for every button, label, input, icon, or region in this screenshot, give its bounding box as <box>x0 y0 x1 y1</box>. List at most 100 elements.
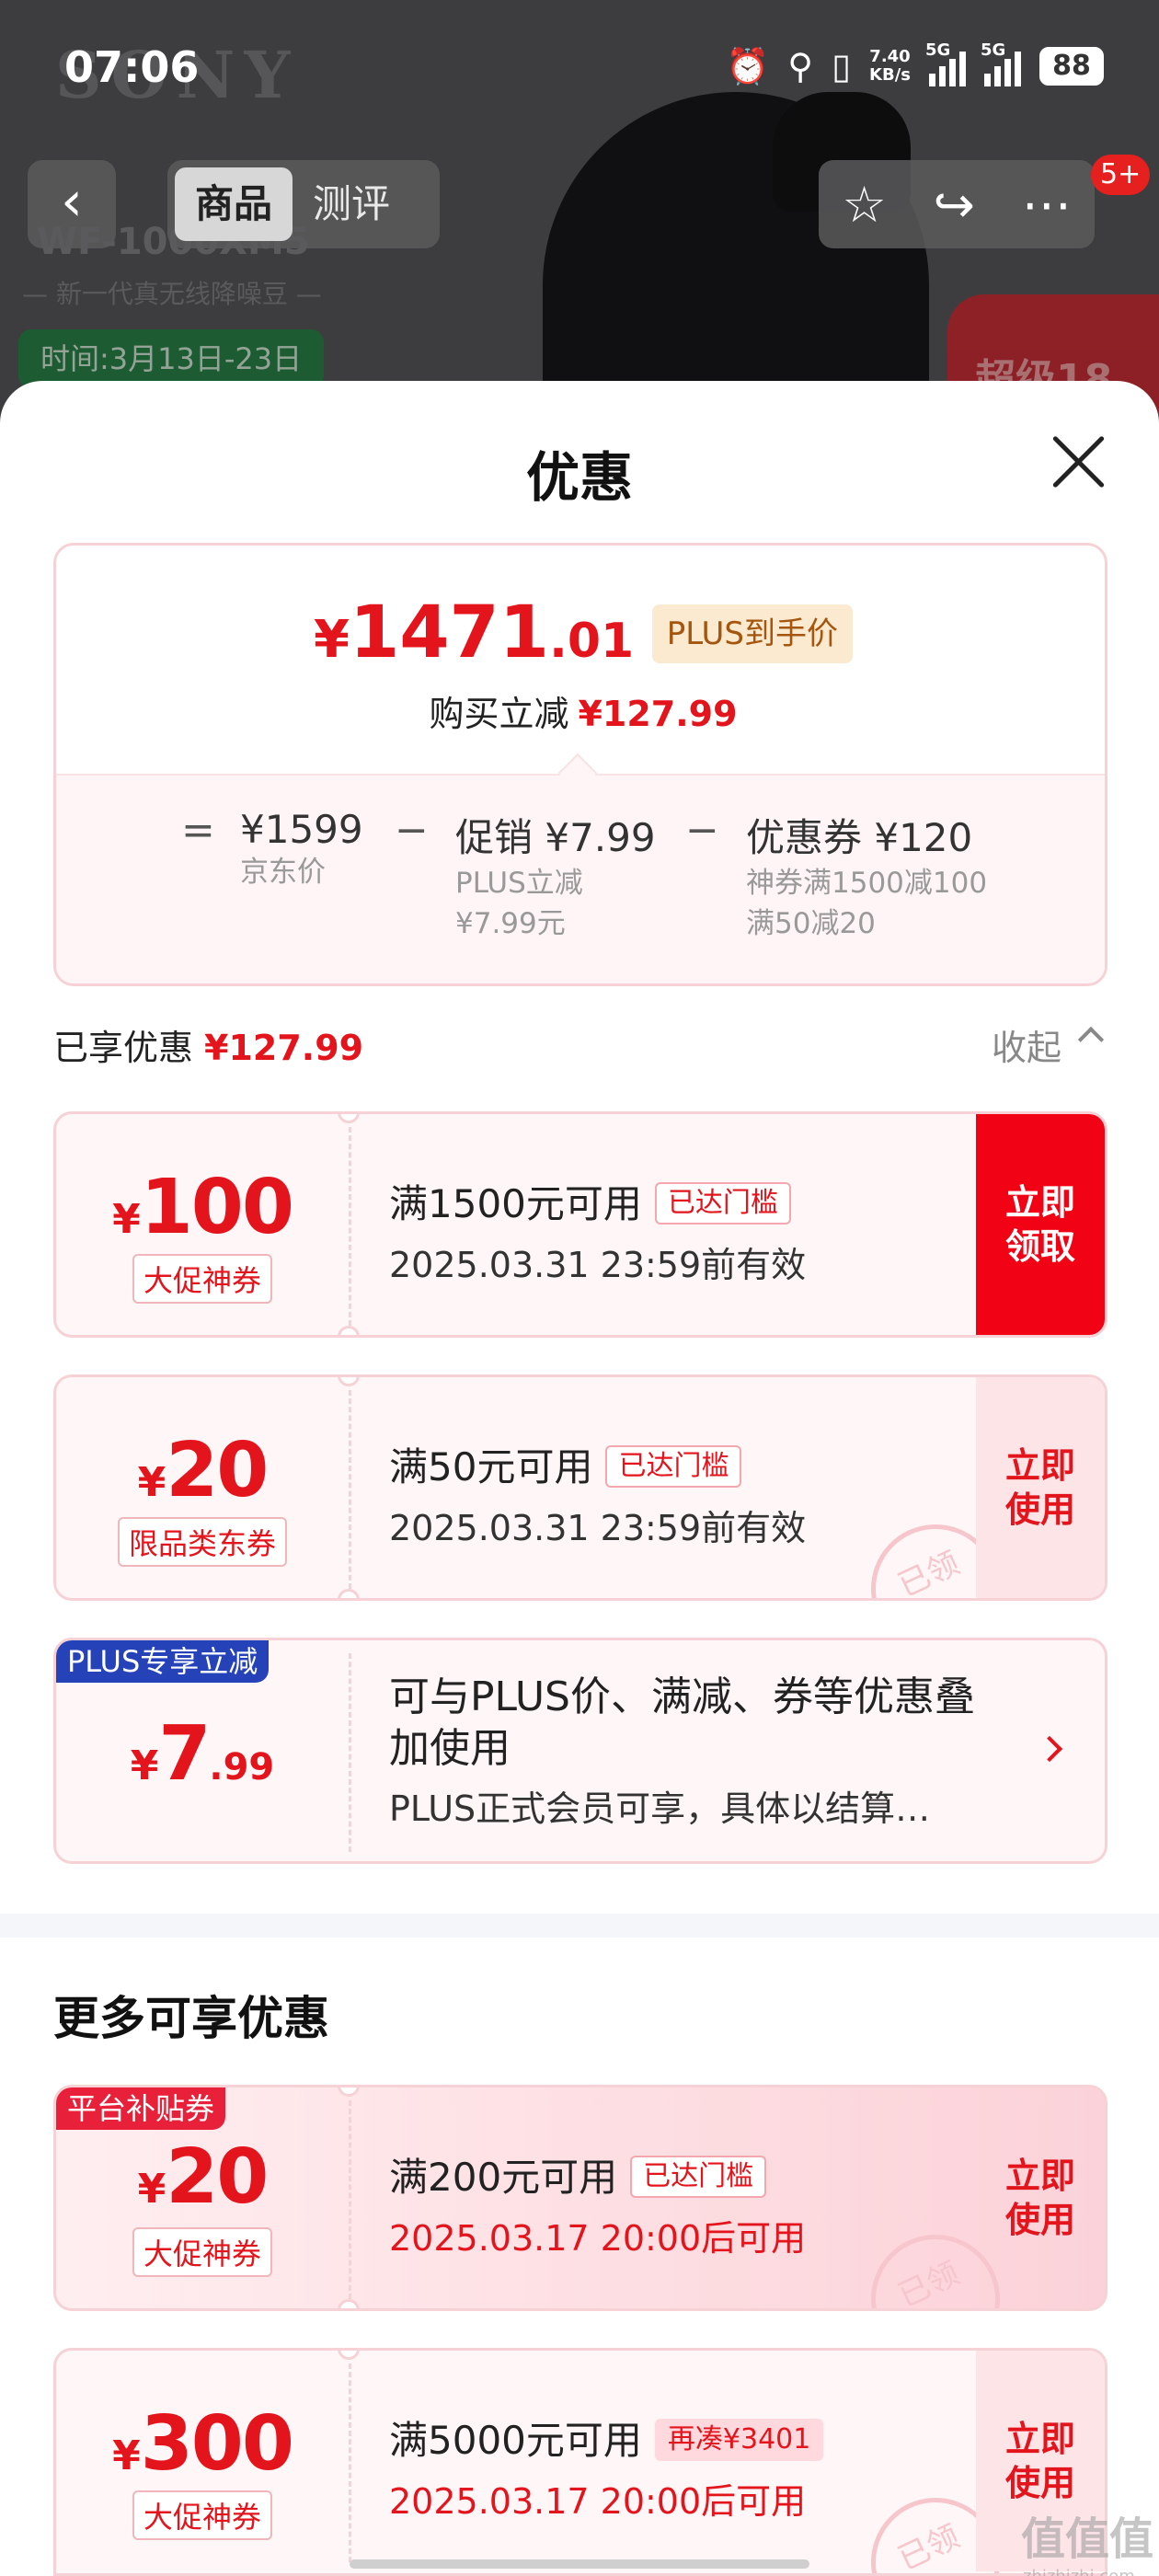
chevron-up-icon[interactable] <box>1077 1026 1105 1053</box>
share-icon[interactable]: ↪ <box>934 176 975 234</box>
coupon-amount-value: 20 <box>166 2133 269 2221</box>
coupon-amount-value: 100 <box>140 1164 294 1251</box>
save-amount: ¥127.99 <box>578 694 738 734</box>
equals-sign: = <box>181 807 215 854</box>
coupon-amount: ¥100 <box>56 1164 349 1251</box>
final-price: ¥1471.01 PLUS到手价 <box>56 592 1105 674</box>
back-button[interactable]: ‹ <box>28 160 116 248</box>
coupon-validity: 2025.03.31 23:59前有效 <box>389 1245 807 1285</box>
tab-product[interactable]: 商品 <box>175 167 293 241</box>
use-button-line-2: 使用 <box>1004 2200 1075 2240</box>
collapse-button[interactable]: 收起 <box>992 1019 1061 1070</box>
plus-description: 可与PLUS价、满减、券等优惠叠加使用 PLUS正式会员可享，具体以结算… <box>389 1672 996 1831</box>
threshold-tag: 已达门槛 <box>654 1182 791 1225</box>
coupon-value-area: ¥20 限品类东券 <box>56 1377 349 1598</box>
threshold-tag: 已达门槛 <box>630 2156 767 2198</box>
plus-amount-int: 7 <box>158 1710 211 1798</box>
favorite-star-icon[interactable]: ☆ <box>842 176 886 234</box>
location-icon: ⚲ <box>787 46 814 86</box>
coupon-card: ¥20 限品类东券 满50元可用 已达门槛 2025.03.31 23:59前有效… <box>53 1374 1107 1601</box>
coupon-condition: 满1500元可用 已达门槛 <box>389 1173 806 1229</box>
status-icons: ⏰ ⚲ ▯ 7.40 KB/s 5G 5G 88 <box>726 40 1104 86</box>
watermark-sub: zhizhizhi.com <box>1023 2567 1153 2576</box>
clock: 07:06 <box>64 42 200 92</box>
section-separator <box>0 1914 1159 1938</box>
net-speed-unit: KB/s <box>869 65 911 85</box>
threshold-tag: 已达门槛 <box>605 1445 742 1488</box>
coupon-amount: ¥300 <box>56 2400 349 2488</box>
use-button-line-1: 立即 <box>1004 1445 1075 1486</box>
net-speed-value: 7.40 <box>869 47 911 66</box>
coupon-type: 大促神券 <box>56 2490 349 2540</box>
notch <box>338 2299 360 2308</box>
coupon-currency: ¥ <box>137 1459 166 1506</box>
coupon-divider <box>349 1653 351 1852</box>
enjoyed-discount: 已享优惠 ¥127.99 <box>53 1019 363 1070</box>
remaining-amount-tag: 再凑¥3401 <box>654 2419 824 2461</box>
coupon-type: 限品类东券 <box>56 1517 349 1567</box>
coupon-condition: 满200元可用 已达门槛 <box>389 2146 806 2202</box>
coupon-info: 满50元可用 已达门槛 2025.03.31 23:59前有效 <box>389 1436 806 1550</box>
more-icon[interactable]: ⋯ <box>1022 176 1072 234</box>
coupon-currency: ¥ <box>112 2432 141 2479</box>
promo-value: 促销 ¥7.99 <box>455 815 656 860</box>
coupon-currency: ¥ <box>112 1196 141 1243</box>
coupon-currency: ¥ <box>137 2166 166 2213</box>
promo-sub-1: PLUS立减 <box>455 867 583 900</box>
battery-icon: 88 <box>1039 47 1104 86</box>
watermark-main: 值值值 <box>1021 2513 1154 2565</box>
jd-price-label: 京东价 <box>240 856 326 889</box>
plus-value-area: ¥7.99 <box>56 1640 349 1861</box>
jd-price-block: ¥1599 京东价 <box>240 807 363 892</box>
home-indicator[interactable] <box>350 2559 809 2569</box>
coupon-value-area: ¥20 大促神券 <box>56 2087 349 2308</box>
claim-coupon-button[interactable]: 立即 领取 <box>976 1114 1105 1335</box>
watermark: 值值值 zhizhizhi.com <box>1021 2502 1153 2576</box>
coupon-type-label: 大促神券 <box>132 1254 272 1304</box>
close-icon[interactable] <box>1049 432 1107 491</box>
plus-amount: ¥7.99 <box>56 1710 349 1798</box>
coupon-divider <box>349 1390 351 1589</box>
minus-sign: − <box>395 807 429 854</box>
breakdown-row: = ¥1599 京东价 − 促销 ¥7.99 PLUS立减 ¥7.99元 − 优… <box>56 774 1105 983</box>
coupon-type-label: 大促神券 <box>132 2490 272 2540</box>
tab-review[interactable]: 测评 <box>293 167 410 241</box>
use-coupon-button[interactable]: 立即 使用 <box>976 2087 1105 2308</box>
notch <box>338 1589 360 1598</box>
coupon-condition-text: 满5000元可用 <box>389 2418 642 2463</box>
price-integer: 1471 <box>349 592 550 674</box>
signal-icon-2: 5G <box>981 40 1021 86</box>
coupon-type-label: 限品类东券 <box>117 1517 287 1567</box>
coupon-validity: 2025.03.17 20:00后可用 <box>389 2218 807 2259</box>
coupon-validity: 2025.03.17 20:00后可用 <box>389 2481 807 2522</box>
price-breakdown-card: ¥1471.01 PLUS到手价 购买立减 ¥127.99 = ¥1599 京东价… <box>53 543 1107 986</box>
coupon-type-label: 大促神券 <box>132 2227 272 2277</box>
nav-actions: ☆ ↪ ⋯ <box>819 160 1095 248</box>
coupon-type: 大促神券 <box>56 1254 349 1304</box>
coupon-amount: ¥20 <box>56 1427 349 1514</box>
network-type: 5G <box>925 40 951 60</box>
coupon-info: 满1500元可用 已达门槛 2025.03.31 23:59前有效 <box>389 1173 806 1287</box>
use-button-line-1: 立即 <box>1004 2419 1075 2459</box>
sheet-title: 优惠 <box>525 446 633 509</box>
promo-block: 促销 ¥7.99 PLUS立减 ¥7.99元 <box>455 807 656 944</box>
coupon-value: 优惠券 ¥120 <box>746 815 973 860</box>
plus-discount-card[interactable]: PLUS专享立减 ¥7.99 可与PLUS价、满减、券等优惠叠加使用 PLUS正… <box>53 1638 1107 1864</box>
net-speed: 7.40 KB/s <box>869 48 911 85</box>
coupon-divider <box>349 2363 351 2562</box>
coupon-divider <box>349 1127 351 1326</box>
use-button-line-2: 使用 <box>1004 2463 1075 2503</box>
coupon-amount-value: 20 <box>166 1427 269 1514</box>
discount-sheet: 优惠 ¥1471.01 PLUS到手价 购买立减 ¥127.99 = ¥1599 … <box>0 381 1159 2576</box>
coupon-block: 优惠券 ¥120 神券满1500减100 满50减20 <box>746 807 987 944</box>
more-discounts-title: 更多可享优惠 <box>53 1992 329 2045</box>
save-label: 购买立减 <box>429 694 569 734</box>
plus-price-tag: PLUS到手价 <box>651 604 853 663</box>
use-button-line-2: 使用 <box>1004 1489 1075 1530</box>
chevron-right-icon[interactable] <box>1036 1735 1063 1763</box>
enjoyed-amount: ¥127.99 <box>204 1028 364 1068</box>
plus-note: PLUS正式会员可享，具体以结算… <box>389 1788 931 1829</box>
coupon-amount-value: 300 <box>140 2400 294 2488</box>
coupon-condition: 满5000元可用 再凑¥3401 <box>389 2409 824 2466</box>
use-coupon-button[interactable]: 立即 使用 <box>976 1377 1105 1598</box>
